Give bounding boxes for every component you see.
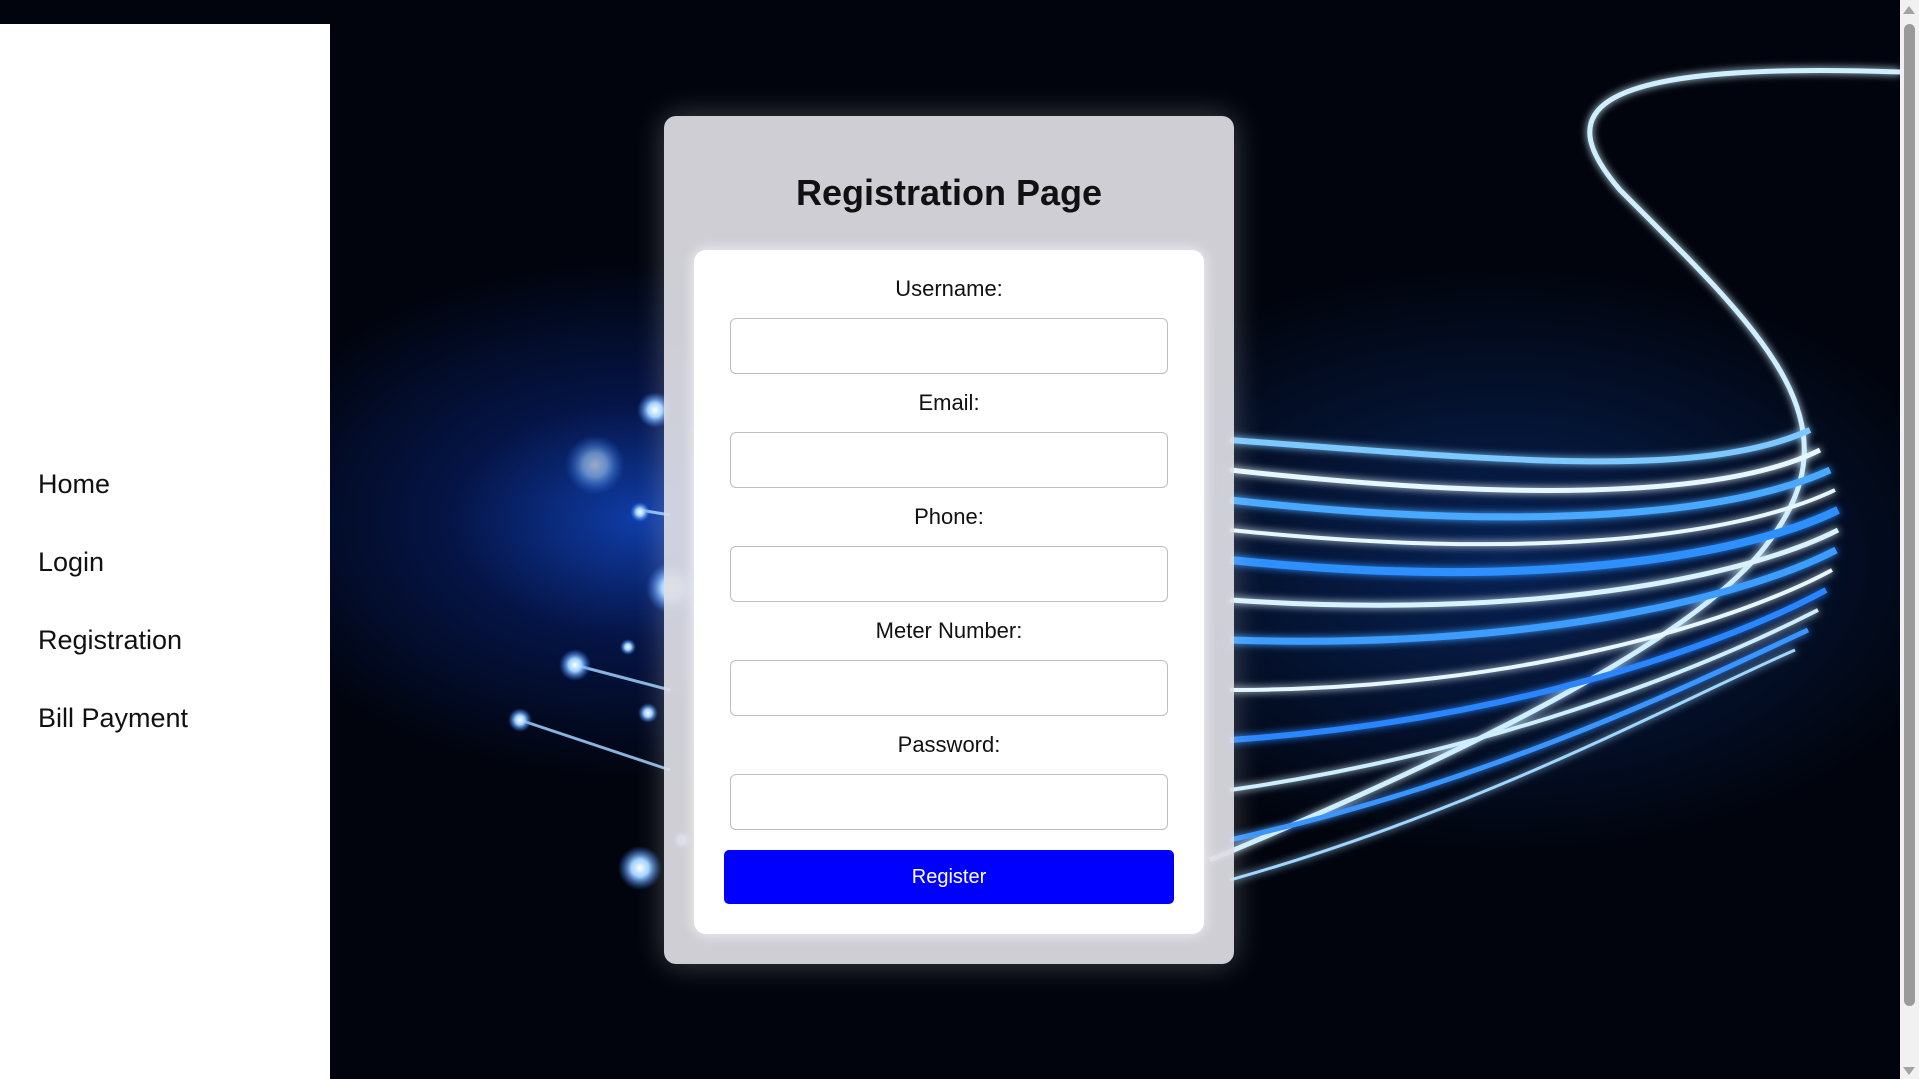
password-label: Password: [897,732,1001,757]
phone-label: Phone: [914,504,984,529]
scrollbar-thumb[interactable] [1904,24,1915,1006]
nav-link-home[interactable]: Home [38,464,188,542]
chevron-up-icon[interactable] [1903,6,1915,14]
username-input[interactable] [730,318,1168,374]
sidebar: Home Login Registration Bill Payment [0,24,330,1079]
username-label: Username: [895,276,1003,301]
phone-input[interactable] [730,546,1168,602]
sidebar-nav: Home Login Registration Bill Payment [38,464,188,776]
password-input[interactable] [730,774,1168,830]
page-title: Registration Page [795,172,1103,213]
register-button[interactable]: Register [724,850,1174,904]
email-input[interactable] [730,432,1168,488]
registration-form: Username: Email: Phone: Meter Number: Pa… [694,250,1204,934]
nav-link-registration[interactable]: Registration [38,620,188,698]
registration-card: Registration Page Username: Email: Phone… [664,116,1234,964]
meter-number-input[interactable] [730,660,1168,716]
meter-number-label: Meter Number: [875,618,1023,643]
chevron-down-icon[interactable] [1903,1067,1915,1075]
page-scrollbar[interactable] [1900,0,1919,1079]
nav-link-login[interactable]: Login [38,542,188,620]
email-label: Email: [918,390,980,415]
nav-link-bill-payment[interactable]: Bill Payment [38,698,188,776]
